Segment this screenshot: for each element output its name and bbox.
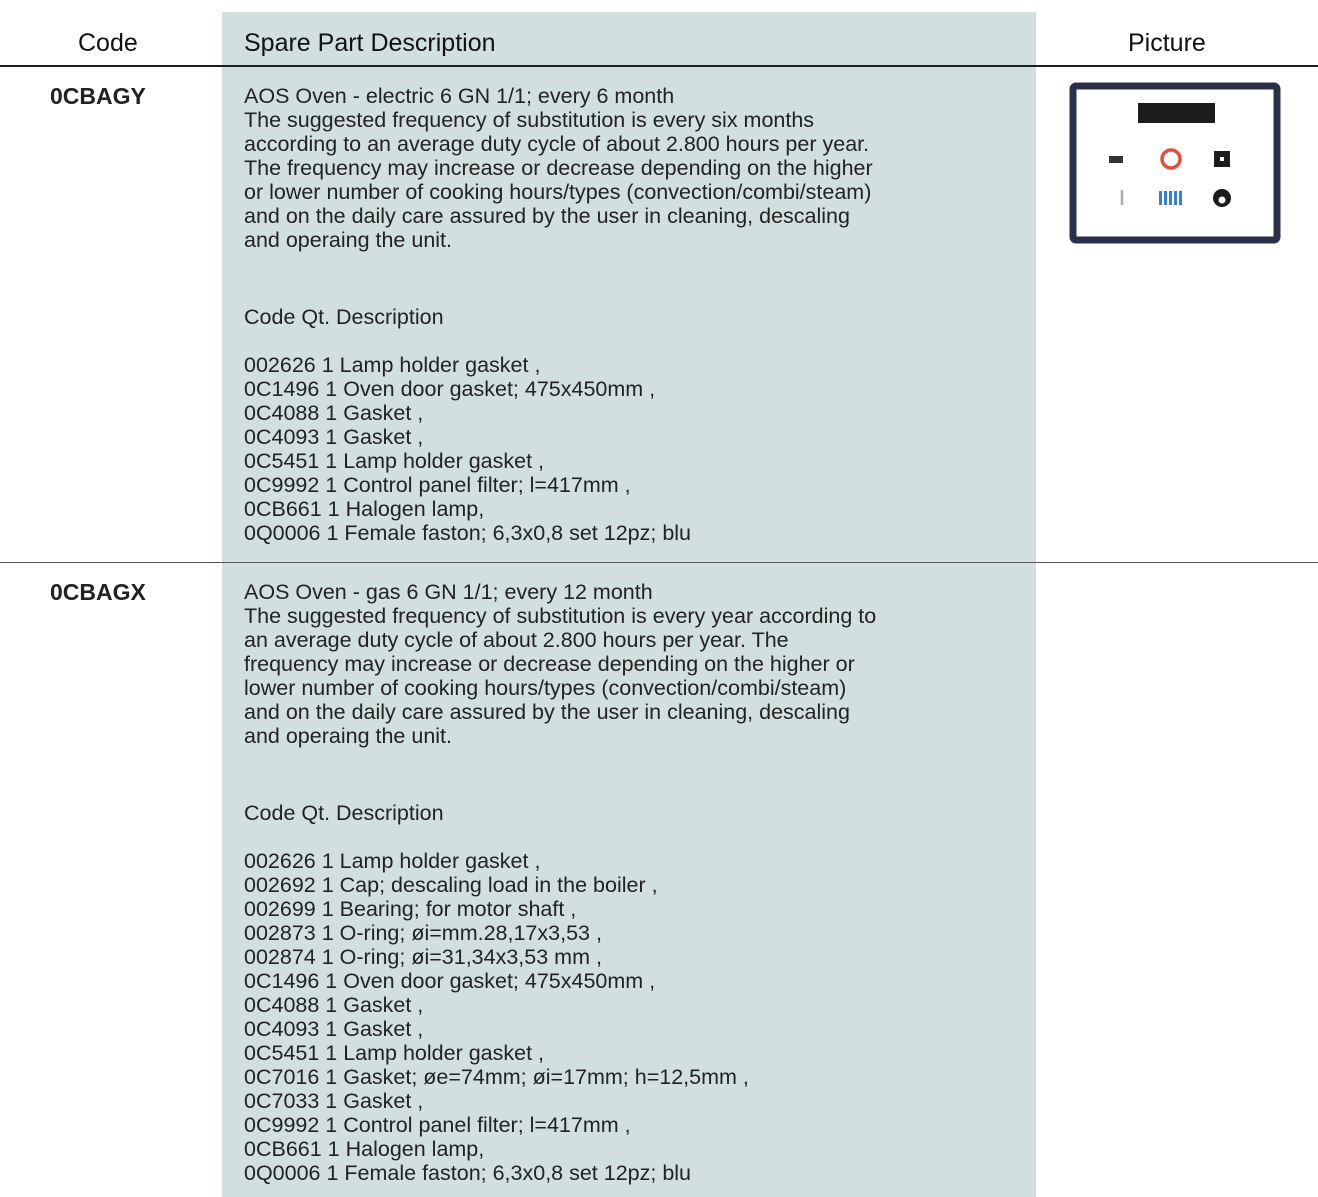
parts-list-item: 0C4093 1 Gasket , [244, 1017, 424, 1041]
part-code: 0CBAGX [50, 579, 146, 605]
parts-list-item: 0C4088 1 Gasket , [244, 993, 424, 1017]
parts-list-item: 0C1496 1 Oven door gasket; 475x450mm , [244, 969, 656, 993]
parts-list-item: 002873 1 O-ring; øi=mm.28,17x3,53 , [244, 921, 602, 945]
column-header-description: Spare Part Description [244, 29, 496, 57]
description-line: and operaing the unit. [244, 724, 452, 748]
parts-list-item: 002699 1 Bearing; for motor shaft , [244, 897, 577, 921]
description-line: frequency may increase or decrease depen… [244, 652, 855, 676]
part-code: 0CBAGY [50, 83, 146, 109]
header-divider [0, 65, 1318, 67]
parts-list-item: 002874 1 O-ring; øi=31,34x3,53 mm , [244, 945, 602, 969]
parts-list-item: 0C5451 1 Lamp holder gasket , [244, 449, 545, 473]
parts-list-item: 0C9992 1 Control panel filter; l=417mm , [244, 1113, 631, 1137]
parts-list-item: 0C1496 1 Oven door gasket; 475x450mm , [244, 377, 656, 401]
description-line: The suggested frequency of substitution … [244, 108, 815, 132]
panel-filter-part [1138, 103, 1215, 123]
parts-list-item: 0Q0006 1 Female faston; 6,3x0,8 set 12pz… [244, 521, 692, 545]
parts-list-item: 0C7016 1 Gasket; øe=74mm; øi=17mm; h=12,… [244, 1065, 749, 1089]
row-divider [0, 562, 1318, 563]
gasket-kit-picture [1069, 82, 1281, 244]
description-line: lower number of cooking hours/types (con… [244, 676, 847, 700]
column-header-code: Code [78, 29, 138, 57]
column-header-picture: Picture [1128, 29, 1206, 57]
parts-list-item: 002626 1 Lamp holder gasket , [244, 849, 541, 873]
description-line: The frequency may increase or decrease d… [244, 156, 873, 180]
description-line: and on the daily care assured by the use… [244, 204, 850, 228]
parts-list-header: Code Qt. Description [244, 801, 444, 825]
lamp-gasket-part [1109, 156, 1123, 163]
parts-list-item: 0C5451 1 Lamp holder gasket , [244, 1041, 545, 1065]
parts-list-item: 002626 1 Lamp holder gasket , [244, 353, 541, 377]
part-description: AOS Oven - gas 6 GN 1/1; every 12 month … [244, 580, 1024, 1185]
description-line: and operaing the unit. [244, 228, 452, 252]
parts-list-item: 002692 1 Cap; descaling load in the boil… [244, 873, 658, 897]
description-line: The suggested frequency of substitution … [244, 604, 877, 628]
parts-list-item: 0C4093 1 Gasket , [244, 425, 424, 449]
part-title: AOS Oven - electric 6 GN 1/1; every 6 mo… [244, 84, 675, 108]
part-description: AOS Oven - electric 6 GN 1/1; every 6 mo… [244, 84, 1024, 545]
parts-list-item: 0C4088 1 Gasket , [244, 401, 424, 425]
parts-list-item: 0C7033 1 Gasket , [244, 1089, 424, 1113]
parts-list-header: Code Qt. Description [244, 305, 444, 329]
description-line: an average duty cycle of about 2.800 hou… [244, 628, 789, 652]
description-line: according to an average duty cycle of ab… [244, 132, 870, 156]
parts-list-item: 0CB661 1 Halogen lamp, [244, 497, 485, 521]
description-line: or lower number of cooking hours/types (… [244, 180, 872, 204]
part-title: AOS Oven - gas 6 GN 1/1; every 12 month [244, 580, 653, 604]
parts-list-item: 0CB661 1 Halogen lamp, [244, 1137, 485, 1161]
parts-list-item: 0C9992 1 Control panel filter; l=417mm , [244, 473, 631, 497]
parts-list-item: 0Q0006 1 Female faston; 6,3x0,8 set 12pz… [244, 1161, 692, 1185]
description-line: and on the daily care assured by the use… [244, 700, 850, 724]
